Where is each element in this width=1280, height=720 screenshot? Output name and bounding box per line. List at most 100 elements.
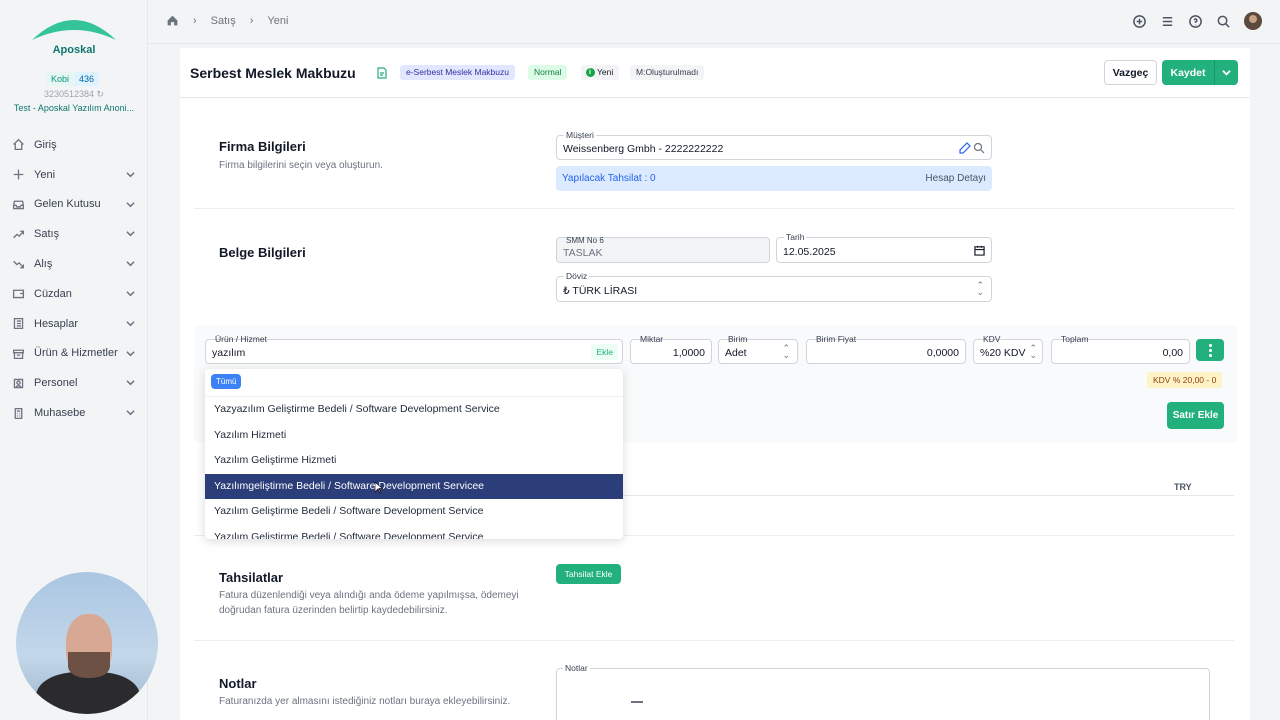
menu-icon[interactable]	[1160, 14, 1175, 29]
refresh-icon[interactable]: ↻	[97, 89, 105, 99]
document-icon[interactable]	[376, 67, 388, 79]
currency-select[interactable]: Döviz ₺ TÜRK LİRASI ⌃ ⌄	[556, 271, 992, 302]
filter-all-chip[interactable]: Tümü	[211, 374, 242, 389]
chevron-down-icon	[126, 261, 135, 267]
add-payment-button[interactable]: Tahsilat Ekle	[556, 564, 621, 584]
box-icon	[12, 349, 25, 359]
save-button[interactable]: Kaydet	[1162, 60, 1214, 85]
breadcrumb-item-yeni[interactable]: Yeni	[267, 15, 288, 27]
list-item[interactable]: Yazılım Hizmeti	[205, 423, 623, 449]
main-content: Serbest Meslek Makbuzu e-Serbest Meslek …	[180, 48, 1250, 720]
notes-section-desc: Faturanızda yer almasını istediğiniz not…	[219, 696, 511, 707]
chevron-down-icon	[126, 410, 135, 416]
date-field[interactable]: Tarih 12.05.2025	[776, 232, 992, 263]
logo-roof-icon	[32, 20, 116, 40]
save-options-button[interactable]	[1214, 60, 1238, 85]
cancel-button[interactable]: Vazgeç	[1104, 60, 1157, 85]
kdv-select[interactable]: KDV %20 KDV ⌃ ⌄	[973, 334, 1043, 364]
list-item[interactable]: Yazılım Geliştirme Bedeli / Software Dev…	[205, 499, 623, 525]
chevron-down-icon	[126, 320, 135, 327]
search-icon[interactable]	[1216, 14, 1231, 29]
resize-handle[interactable]	[631, 701, 643, 703]
sidebar-item-gelen-kutusu[interactable]: Gelen Kutusu	[0, 190, 148, 220]
plan-count: 436	[74, 72, 100, 86]
calendar-icon[interactable]	[974, 245, 985, 256]
unit-price-input[interactable]: Birim Fiyat 0,0000	[806, 334, 966, 364]
top-actions	[1132, 12, 1262, 30]
date-label: Tarih	[784, 232, 807, 242]
company-name[interactable]: Test - Aposkal Yazılım Anoni...	[0, 103, 148, 113]
page-title: Serbest Meslek Makbuzu	[190, 65, 356, 81]
sidebar-item-cuzdan[interactable]: Cüzdan	[0, 279, 148, 309]
chevron-down-icon	[126, 380, 135, 386]
customer-field[interactable]: Müşteri Weissenberg Gmbh - 2222222222	[556, 130, 992, 160]
smm-no-value: TASLAK	[563, 247, 603, 259]
total-label: Toplam	[1061, 334, 1089, 344]
add-product-button[interactable]: Ekle	[591, 344, 618, 360]
chevron-right-icon: ›	[193, 14, 197, 27]
user-icon	[13, 378, 24, 388]
webcam-overlay	[16, 572, 158, 714]
plus-icon	[13, 169, 24, 180]
plan-name: Kobi	[46, 72, 75, 86]
sidebar-item-giris[interactable]: Giriş	[0, 130, 148, 160]
sidebar-nav: Giriş Yeni Gelen Kutusu Satış Alış Cüzda…	[0, 130, 148, 428]
quantity-value: 1,0000	[672, 347, 705, 359]
list-item[interactable]: Yazılım Geliştirme Bedeli / Software Dev…	[205, 525, 623, 540]
notes-field[interactable]: Notlar	[556, 663, 1210, 720]
sidebar-item-personel[interactable]: Personel	[0, 368, 148, 398]
currency-code: TRY	[1174, 482, 1192, 492]
company-section-desc: Firma bilgilerini seçin veya oluşturun.	[219, 160, 383, 171]
smm-no-label: SMM No 6	[566, 236, 604, 245]
brand-logo[interactable]: Aposkal	[28, 14, 120, 58]
unit-price-value: 0,0000	[926, 347, 959, 359]
document-type-badge[interactable]: e-Serbest Meslek Makbuzu	[400, 65, 515, 80]
quantity-label: Miktar	[640, 334, 664, 344]
total-value: 0,00	[1162, 347, 1183, 359]
chevron-down-icon	[126, 350, 135, 356]
tax-number: 3230512384 ↻	[0, 89, 148, 100]
plan-badge: Kobi 436	[46, 72, 100, 86]
status-badge: Yeni	[581, 65, 620, 80]
smm-no-field: SMM No 6 TASLAK	[556, 236, 770, 263]
row-menu-button[interactable]	[1196, 339, 1224, 361]
select-arrows-icon: ⌃ ⌄	[782, 343, 790, 360]
payments-section-desc: Fatura düzenlendiği veya alındığı anda ö…	[219, 590, 519, 616]
company-section-title: Firma Bilgileri	[219, 139, 306, 154]
divider	[194, 640, 1234, 641]
list-item-selected[interactable]: Yazılımgeliştirme Bedeli / Software Deve…	[205, 473, 623, 499]
account-detail-link[interactable]: Hesap Detayı	[925, 173, 986, 184]
home-icon[interactable]	[166, 14, 179, 27]
sidebar-item-label: Giriş	[34, 138, 57, 151]
brand-name: Aposkal	[52, 44, 96, 56]
product-suggestions-dropdown: Tümü Yazyazılım Geliştirme Bedeli / Soft…	[205, 369, 623, 539]
quantity-input[interactable]: Miktar 1,0000	[630, 334, 712, 364]
payments-section-title: Tahsilatlar	[219, 570, 284, 585]
product-label: Ürün / Hizmet	[215, 334, 267, 344]
unit-value: Adet	[725, 347, 747, 359]
help-icon[interactable]	[1188, 14, 1203, 29]
presenter-beard	[68, 652, 110, 678]
sidebar-item-alis[interactable]: Alış	[0, 249, 148, 279]
collection-bar: Yapılacak Tahsilat : 0 Hesap Detayı	[556, 166, 992, 191]
add-circle-icon[interactable]	[1132, 14, 1147, 29]
list-item[interactable]: Yazılım Geliştirme Hizmeti	[205, 448, 623, 474]
search-icon[interactable]	[973, 142, 985, 154]
divider	[194, 208, 1234, 209]
avatar[interactable]	[1244, 12, 1262, 30]
notes-section-title: Notlar	[219, 676, 257, 691]
sidebar-item-muhasebe[interactable]: Muhasebe	[0, 398, 148, 428]
select-arrows-icon: ⌃ ⌄	[1029, 343, 1037, 360]
sidebar-item-hesaplar[interactable]: Hesaplar	[0, 309, 148, 339]
add-row-button[interactable]: Satır Ekle	[1167, 402, 1224, 429]
total-input[interactable]: Toplam 0,00	[1051, 334, 1190, 364]
list-item[interactable]: Yazyazılım Geliştirme Bedeli / Software …	[205, 397, 623, 423]
sidebar-item-yeni[interactable]: Yeni	[0, 160, 148, 190]
sidebar-item-satis[interactable]: Satış	[0, 219, 148, 249]
unit-select[interactable]: Birim Adet ⌃ ⌄	[718, 334, 798, 364]
product-input[interactable]: Ürün / Hizmet yazılım Ekle	[205, 334, 623, 364]
sidebar-item-urun-hizmetler[interactable]: Ürün & Hizmetler	[0, 339, 148, 369]
edit-icon[interactable]	[959, 142, 971, 154]
notes-label: Notlar	[563, 663, 590, 673]
breadcrumb-item-satis[interactable]: Satış	[211, 15, 236, 27]
